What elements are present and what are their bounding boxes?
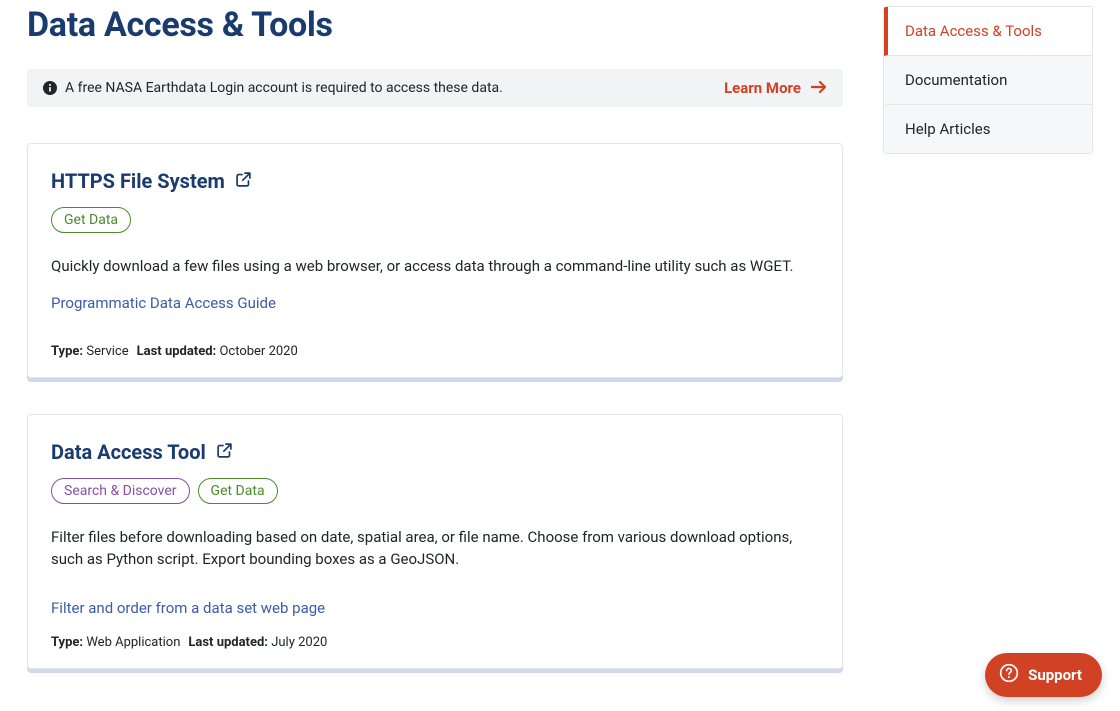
support-button[interactable]: Support	[985, 653, 1102, 697]
card-title-text: Data Access Tool	[51, 440, 206, 464]
card-meta: Type: Web Application Last updated: July …	[51, 635, 819, 650]
tool-card: HTTPS File System Get Data Quickly downloa…	[27, 143, 843, 378]
sidebar-item[interactable]: Documentation	[884, 56, 1092, 105]
card-tags: Get Data	[51, 207, 819, 233]
learn-more-link[interactable]: Learn More	[724, 79, 827, 97]
card-title[interactable]: Data Access Tool	[51, 440, 819, 464]
meta-type-value: Service	[86, 344, 128, 359]
info-bar-left: A free NASA Earthdata Login account is r…	[43, 80, 503, 96]
help-icon	[999, 663, 1019, 687]
main-content: Data Access & Tools A free NASA Earthdat…	[27, 0, 843, 705]
card-title[interactable]: HTTPS File System	[51, 169, 819, 193]
arrow-right-icon	[811, 79, 827, 97]
card-title-text: HTTPS File System	[51, 169, 225, 193]
card-meta: Type: Service Last updated: October 2020	[51, 344, 819, 359]
external-link-icon	[235, 169, 252, 193]
sidebar-nav: Data Access & ToolsDocumentationHelp Art…	[883, 0, 1093, 705]
card-description: Quickly download a few files using a web…	[51, 255, 819, 278]
card-description: Filter files before downloading based on…	[51, 526, 819, 571]
learn-more-label: Learn More	[724, 79, 801, 97]
meta-updated-value: October 2020	[219, 344, 297, 359]
sidebar-item[interactable]: Help Articles	[884, 105, 1092, 153]
meta-updated-label: Last updated:	[188, 635, 268, 650]
external-link-icon	[216, 440, 233, 464]
card-tags: Search & Discover Get Data	[51, 478, 819, 504]
sidebar-list: Data Access & ToolsDocumentationHelp Art…	[883, 6, 1093, 154]
tag: Search & Discover	[51, 478, 190, 504]
support-label: Support	[1028, 666, 1082, 684]
meta-type-label: Type:	[51, 344, 83, 359]
page-title: Data Access & Tools	[27, 5, 843, 45]
tool-card: Data Access Tool Search & Discover Get Dat…	[27, 414, 843, 669]
sidebar-item[interactable]: Data Access & Tools	[884, 7, 1092, 56]
info-bar-text: A free NASA Earthdata Login account is r…	[65, 80, 503, 96]
meta-type-value: Web Application	[86, 635, 180, 650]
info-icon	[43, 81, 57, 95]
card-guide-link[interactable]: Programmatic Data Access Guide	[51, 294, 819, 312]
meta-updated-value: July 2020	[271, 635, 327, 650]
meta-type-label: Type:	[51, 635, 83, 650]
card-guide-link[interactable]: Filter and order from a data set web pag…	[51, 599, 819, 617]
info-bar: A free NASA Earthdata Login account is r…	[27, 69, 843, 107]
meta-updated-label: Last updated:	[137, 344, 217, 359]
tag: Get Data	[198, 478, 278, 504]
tag: Get Data	[51, 207, 131, 233]
